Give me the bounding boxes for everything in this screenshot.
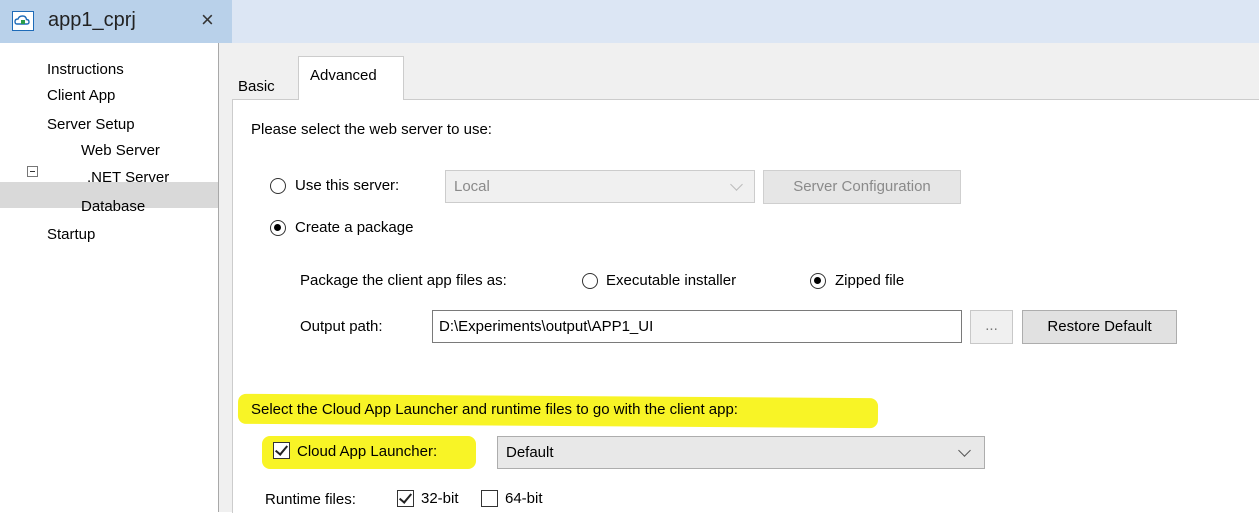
executable-installer-radio[interactable] [582, 273, 598, 289]
document-tab[interactable]: app1_cprj × [0, 0, 232, 43]
tab-advanced-label: Advanced [310, 67, 377, 84]
output-path-value: D:\Experiments\output\APP1_UI [439, 318, 654, 335]
create-package-label: Create a package [295, 219, 414, 236]
tree-item-client-app[interactable]: Client App [47, 87, 115, 104]
launcher-prompt: Select the Cloud App Launcher and runtim… [251, 401, 738, 418]
executable-installer-label: Executable installer [606, 272, 737, 289]
tree-item-instructions[interactable]: Instructions [47, 61, 124, 78]
cloud-app-launcher-checkbox[interactable] [273, 442, 290, 459]
output-path-label: Output path: [300, 318, 383, 335]
runtime-64bit-checkbox[interactable] [481, 490, 498, 507]
create-package-radio[interactable] [270, 220, 286, 236]
zipped-file-radio[interactable] [810, 273, 826, 289]
tree-item-web-server[interactable]: Web Server [81, 142, 160, 159]
runtime-64bit-label: 64-bit [505, 490, 543, 507]
package-as-label: Package the client app files as: [300, 272, 507, 289]
server-configuration-button[interactable]: Server Configuration [763, 170, 961, 204]
browse-button[interactable]: ... [970, 310, 1013, 344]
runtime-32bit-label: 32-bit [421, 490, 459, 507]
server-select: Local [445, 170, 755, 203]
document-tab-title: app1_cprj [48, 9, 136, 31]
web-server-prompt: Please select the web server to use: [251, 121, 492, 138]
use-server-radio[interactable] [270, 178, 286, 194]
tab-basic-label: Basic [238, 78, 275, 95]
runtime-32bit-checkbox[interactable] [397, 490, 414, 507]
tab-basic[interactable]: Basic [230, 66, 298, 98]
server-select-value: Local [454, 178, 490, 195]
tree-item-database[interactable]: Database [81, 198, 145, 215]
launcher-select[interactable]: Default [497, 436, 985, 469]
cloud-project-icon [12, 11, 34, 31]
tree-item-startup[interactable]: Startup [47, 226, 95, 243]
launcher-select-value: Default [506, 444, 554, 461]
restore-default-button[interactable]: Restore Default [1022, 310, 1177, 344]
collapse-icon[interactable] [27, 166, 38, 177]
runtime-files-label: Runtime files: [265, 491, 356, 508]
use-server-label: Use this server: [295, 177, 400, 194]
output-path-field[interactable]: D:\Experiments\output\APP1_UI [432, 310, 962, 343]
tree-item-server-setup[interactable]: Server Setup [47, 116, 135, 133]
zipped-file-label: Zipped file [835, 272, 905, 289]
chevron-down-icon [958, 444, 971, 457]
navigation-tree: Instructions Client App Server Setup Web… [0, 43, 219, 512]
tab-advanced[interactable]: Advanced [298, 56, 404, 100]
chevron-down-icon [730, 178, 743, 191]
cloud-app-launcher-label: Cloud App Launcher: [297, 443, 438, 460]
tree-item-net-server[interactable]: .NET Server [87, 169, 169, 186]
close-icon[interactable]: × [201, 7, 214, 33]
